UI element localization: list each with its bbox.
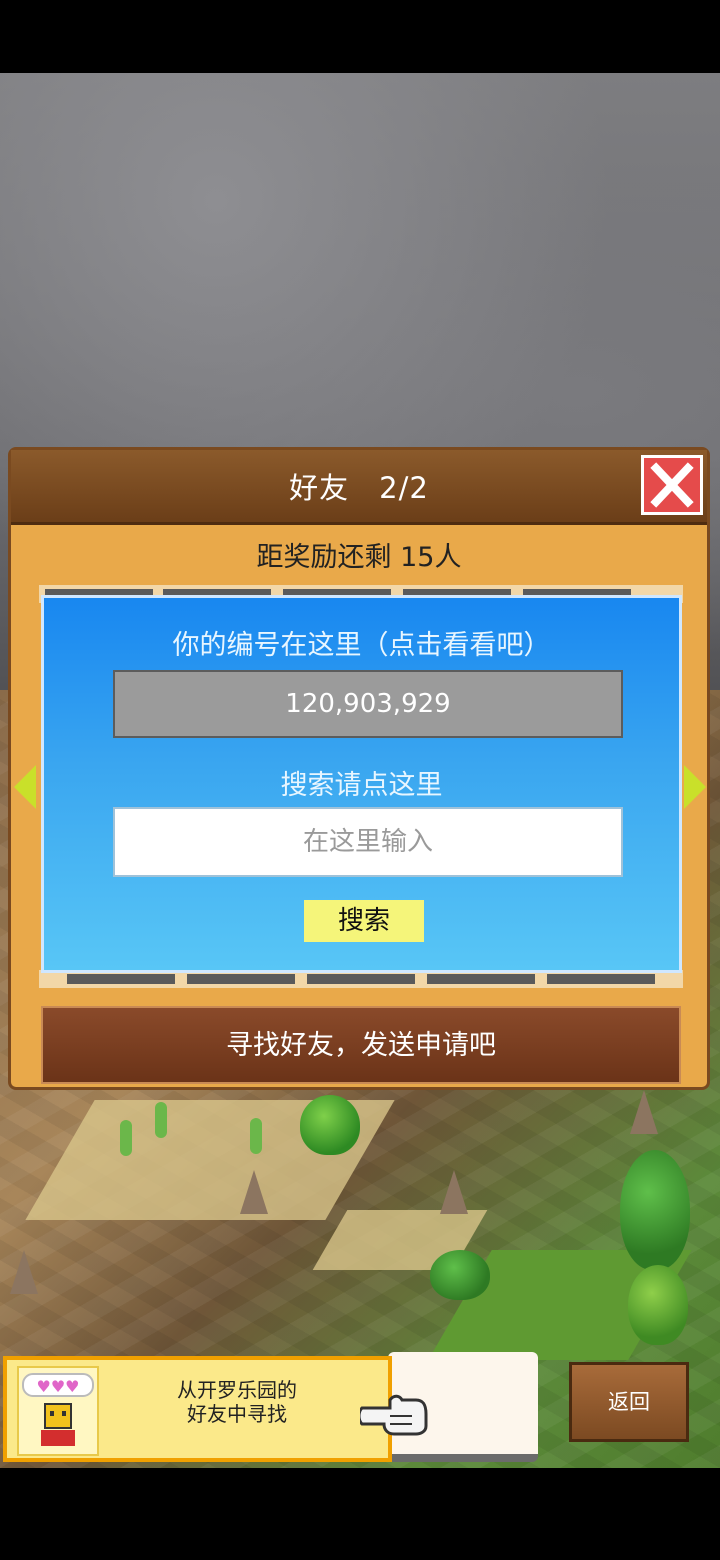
kairo-friends-banner[interactable]: ♥♥♥ 从开罗乐园的 好友中寻找 bbox=[3, 1356, 392, 1462]
rock bbox=[10, 1250, 38, 1294]
palm-tree bbox=[300, 1095, 360, 1155]
orange-tree bbox=[628, 1265, 688, 1345]
dialog-title: 好友 2/2 bbox=[289, 471, 429, 505]
cactus bbox=[155, 1102, 167, 1138]
status-bar bbox=[0, 0, 720, 73]
rock bbox=[240, 1170, 268, 1214]
kairobot-icon: ♥♥♥ bbox=[22, 1373, 94, 1446]
navigation-bar bbox=[0, 1468, 720, 1560]
pointing-hand-icon bbox=[357, 1390, 430, 1442]
close-button[interactable] bbox=[641, 455, 703, 515]
find-friends-button[interactable]: 寻找好友，发送申请吧 bbox=[41, 1006, 681, 1084]
search-input[interactable]: 在这里输入 bbox=[113, 807, 623, 877]
arrow-right-icon[interactable] bbox=[684, 765, 706, 809]
reward-remaining-text: 距奖励还剩 15人 bbox=[256, 542, 462, 573]
friends-dialog: 好友 2/2 距奖励还剩 15人 你的编号在这里（点击看看吧） 120,903,… bbox=[8, 447, 710, 1090]
player-id-box[interactable]: 120,903,929 bbox=[113, 670, 623, 738]
search-panel: 你的编号在这里（点击看看吧） 120,903,929 搜索请点这里 在这里输入 … bbox=[41, 595, 682, 973]
kairo-banner-text: 从开罗乐园的 好友中寻找 bbox=[177, 1378, 297, 1426]
search-button[interactable]: 搜索 bbox=[304, 900, 424, 942]
id-label: 你的编号在这里（点击看看吧） bbox=[172, 630, 551, 661]
cactus bbox=[120, 1120, 132, 1156]
kairo-avatar: ♥♥♥ bbox=[17, 1366, 99, 1456]
search-label: 搜索请点这里 bbox=[280, 770, 443, 801]
close-icon bbox=[650, 462, 694, 508]
tree bbox=[620, 1150, 690, 1270]
cactus bbox=[250, 1118, 262, 1154]
arrow-left-icon[interactable] bbox=[14, 765, 36, 809]
bush bbox=[430, 1250, 490, 1300]
back-button[interactable]: 返回 bbox=[569, 1362, 689, 1442]
rock bbox=[630, 1090, 658, 1134]
rock bbox=[440, 1170, 468, 1214]
svg-text:♥♥♥: ♥♥♥ bbox=[36, 1377, 79, 1396]
